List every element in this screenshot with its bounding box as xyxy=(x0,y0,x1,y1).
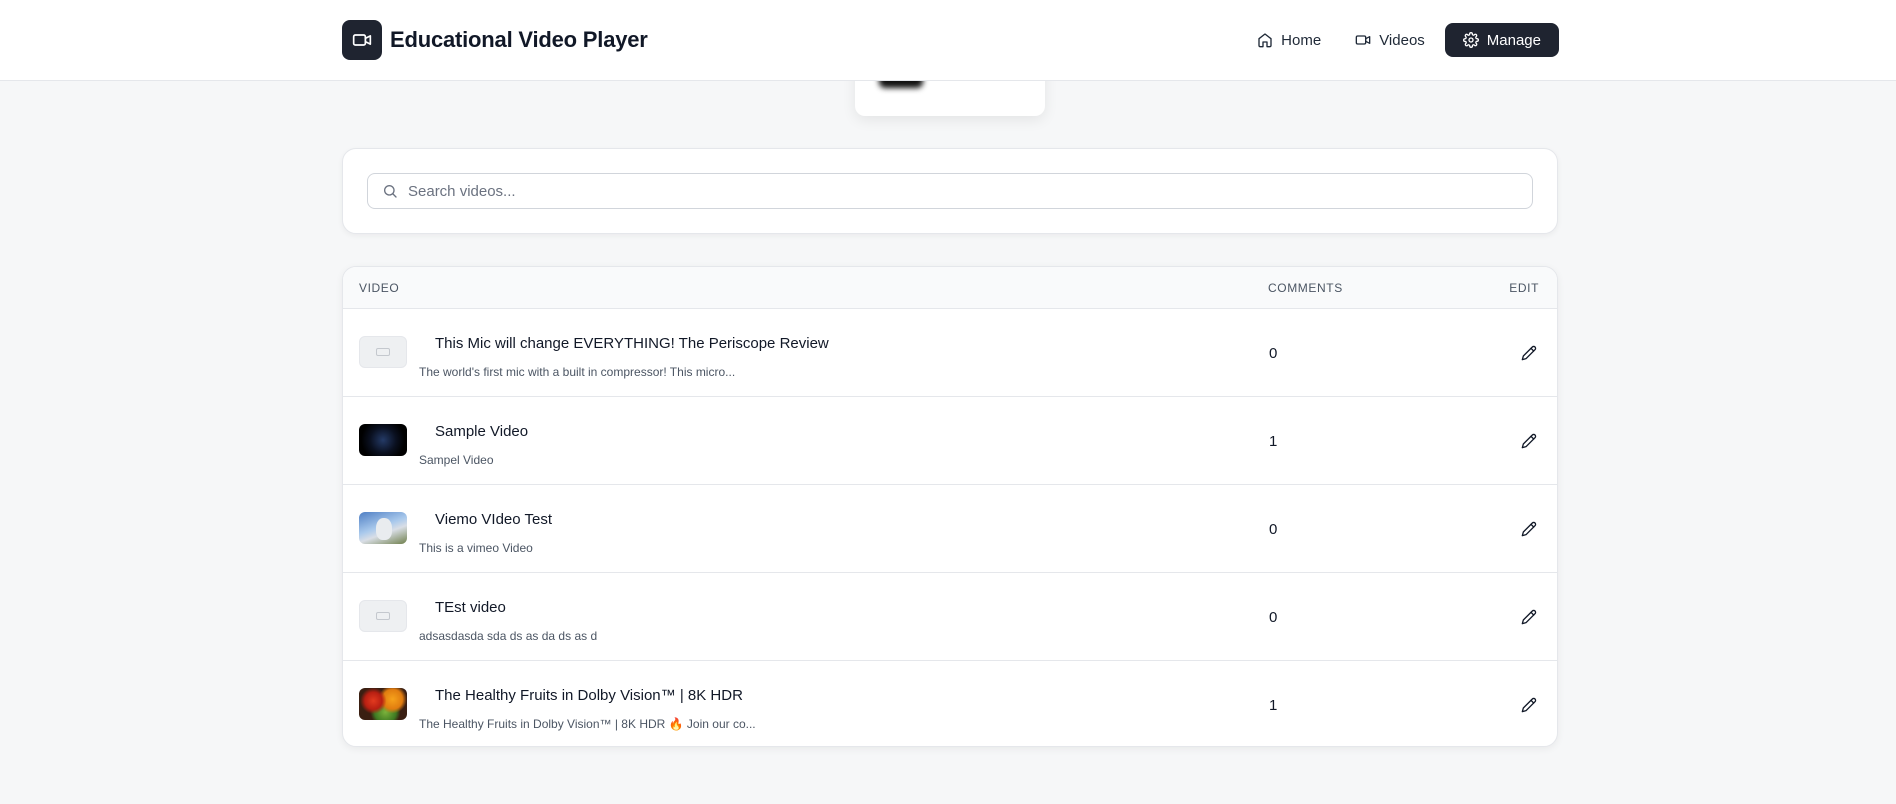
video-description: The Healthy Fruits in Dolby Vision™ | 8K… xyxy=(419,717,756,731)
nav-videos-button[interactable]: Videos xyxy=(1341,23,1439,57)
video-description: This is a vimeo Video xyxy=(419,541,533,555)
video-thumbnail xyxy=(359,688,407,720)
video-title: Viemo VIdeo Test xyxy=(435,511,553,528)
video-thumbnail-placeholder xyxy=(359,600,407,632)
placeholder-icon xyxy=(376,612,390,620)
comment-count: 1 xyxy=(1269,697,1278,714)
search-icon xyxy=(384,185,397,198)
table-row[interactable]: This Mic will change EVERYTHING! The Per… xyxy=(343,309,1557,397)
edit-button[interactable] xyxy=(1519,343,1539,363)
column-header-comments: COMMENTS xyxy=(1268,281,1343,295)
video-description: Sampel Video xyxy=(419,453,494,467)
nav-manage-button[interactable]: Manage xyxy=(1444,23,1559,57)
home-icon xyxy=(1258,33,1272,48)
pencil-icon xyxy=(1521,697,1537,713)
video-camera-icon xyxy=(342,20,382,60)
column-header-edit: EDIT xyxy=(1509,281,1539,295)
search-panel xyxy=(342,148,1558,234)
gear-icon xyxy=(1462,32,1479,48)
video-thumbnail-placeholder xyxy=(359,336,407,368)
column-header-video: VIDEO xyxy=(359,281,400,295)
top-navbar: Educational Video Player Home Videos Man… xyxy=(0,0,1896,81)
video-thumbnail xyxy=(359,424,407,456)
nav-home-label: Home xyxy=(1281,31,1322,49)
video-thumbnail xyxy=(359,512,407,544)
table-header: VIDEO COMMENTS EDIT xyxy=(343,267,1557,309)
pencil-icon xyxy=(1521,433,1537,449)
edit-button[interactable] xyxy=(1519,519,1539,539)
edit-button[interactable] xyxy=(1519,607,1539,627)
search-input[interactable] xyxy=(408,182,1508,200)
nav-home-button[interactable]: Home xyxy=(1243,23,1335,57)
video-title: The Healthy Fruits in Dolby Vision™ | 8K… xyxy=(435,687,743,704)
nav-videos-label: Videos xyxy=(1379,31,1425,49)
table-row[interactable]: Viemo VIdeo Test This is a vimeo Video 0 xyxy=(343,485,1557,573)
video-title: TEst video xyxy=(435,599,506,616)
video-description: The world's first mic with a built in co… xyxy=(419,365,736,379)
table-row[interactable]: The Healthy Fruits in Dolby Vision™ | 8K… xyxy=(343,661,1557,746)
videos-table: VIDEO COMMENTS EDIT This Mic will change… xyxy=(342,266,1558,747)
pencil-icon xyxy=(1521,521,1537,537)
comment-count: 0 xyxy=(1269,345,1278,362)
rabbit-figure xyxy=(376,518,392,540)
video-icon xyxy=(1355,35,1371,45)
video-title: This Mic will change EVERYTHING! The Per… xyxy=(435,335,829,352)
pencil-icon xyxy=(1521,609,1537,625)
comment-count: 0 xyxy=(1269,609,1278,626)
nav-manage-label: Manage xyxy=(1486,31,1541,49)
app-title: Educational Video Player xyxy=(390,27,648,52)
pencil-icon xyxy=(1521,345,1537,361)
comment-count: 0 xyxy=(1269,521,1278,538)
main-nav: Home Videos Manage xyxy=(1243,23,1559,57)
comment-count: 1 xyxy=(1269,433,1278,450)
table-row[interactable]: TEst video adsasdasda sda ds as da ds as… xyxy=(343,573,1557,661)
search-field[interactable] xyxy=(367,173,1533,209)
video-title: Sample Video xyxy=(435,423,529,440)
edit-button[interactable] xyxy=(1519,695,1539,715)
edit-button[interactable] xyxy=(1519,431,1539,451)
video-description: adsasdasda sda ds as da ds as d xyxy=(419,629,598,643)
table-row[interactable]: Sample Video Sampel Video 1 xyxy=(343,397,1557,485)
placeholder-icon xyxy=(376,348,390,356)
brand[interactable]: Educational Video Player xyxy=(342,20,648,60)
